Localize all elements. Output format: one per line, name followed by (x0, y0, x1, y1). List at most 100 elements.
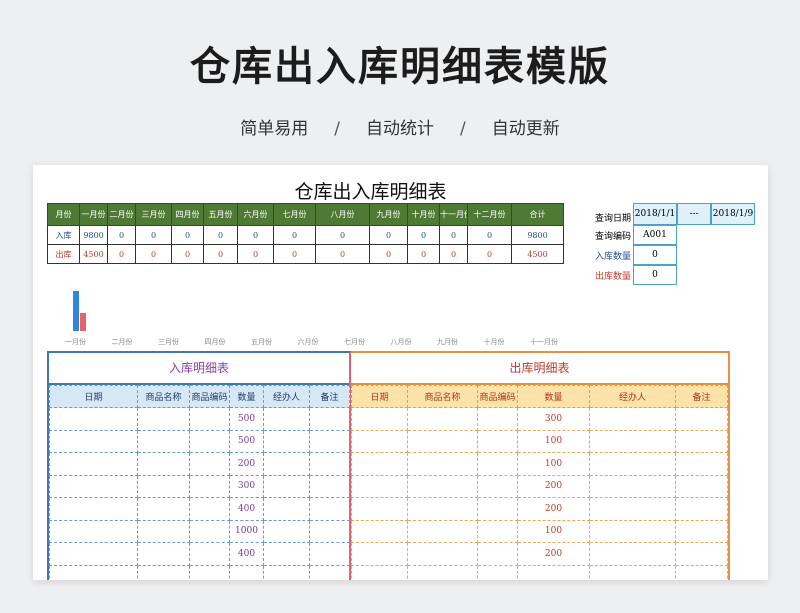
empty-cell[interactable] (589, 429, 676, 453)
empty-cell[interactable] (309, 497, 350, 521)
empty-cell[interactable] (477, 452, 518, 476)
empty-cell[interactable] (351, 429, 408, 453)
quantity-cell[interactable]: 100 (517, 519, 590, 543)
empty-cell[interactable] (309, 407, 350, 431)
empty-cell[interactable] (407, 564, 478, 580)
empty-cell[interactable] (49, 564, 138, 580)
empty-cell[interactable] (137, 407, 190, 431)
empty-cell[interactable] (675, 497, 728, 521)
empty-cell[interactable] (309, 564, 350, 580)
quantity-cell[interactable]: 500 (229, 407, 264, 431)
empty-cell[interactable] (263, 452, 310, 476)
empty-cell[interactable] (351, 452, 408, 476)
empty-cell[interactable] (309, 429, 350, 453)
empty-cell[interactable] (49, 452, 138, 476)
empty-cell[interactable] (263, 474, 310, 498)
empty-cell[interactable] (675, 564, 728, 580)
empty-cell[interactable] (407, 429, 478, 453)
empty-cell[interactable] (49, 474, 138, 498)
empty-cell[interactable] (309, 519, 350, 543)
empty-cell[interactable] (49, 542, 138, 566)
empty-cell[interactable] (675, 452, 728, 476)
quantity-cell[interactable]: 1000 (229, 519, 264, 543)
empty-cell[interactable] (229, 564, 264, 580)
empty-cell[interactable] (137, 542, 190, 566)
empty-cell[interactable] (351, 519, 408, 543)
empty-cell[interactable] (407, 519, 478, 543)
empty-cell[interactable] (477, 497, 518, 521)
empty-cell[interactable] (675, 542, 728, 566)
empty-cell[interactable] (137, 474, 190, 498)
quantity-cell[interactable]: 300 (517, 407, 590, 431)
empty-cell[interactable] (589, 407, 676, 431)
empty-cell[interactable] (189, 564, 230, 580)
empty-cell[interactable] (263, 407, 310, 431)
empty-cell[interactable] (49, 519, 138, 543)
empty-cell[interactable] (189, 497, 230, 521)
empty-cell[interactable] (263, 519, 310, 543)
empty-cell[interactable] (137, 497, 190, 521)
query-date-to[interactable]: 2018/1/9 (711, 203, 755, 225)
empty-cell[interactable] (407, 452, 478, 476)
empty-cell[interactable] (675, 407, 728, 431)
empty-cell[interactable] (351, 497, 408, 521)
empty-cell[interactable] (351, 407, 408, 431)
empty-cell[interactable] (263, 564, 310, 580)
empty-cell[interactable] (407, 497, 478, 521)
empty-cell[interactable] (477, 542, 518, 566)
quantity-cell[interactable]: 200 (517, 497, 590, 521)
empty-cell[interactable] (263, 542, 310, 566)
quantity-cell[interactable]: 400 (229, 542, 264, 566)
empty-cell[interactable] (49, 407, 138, 431)
empty-cell[interactable] (137, 452, 190, 476)
empty-cell[interactable] (351, 474, 408, 498)
empty-cell[interactable] (309, 452, 350, 476)
empty-cell[interactable] (477, 564, 518, 580)
empty-cell[interactable] (589, 542, 676, 566)
quantity-cell[interactable]: 100 (517, 429, 590, 453)
empty-cell[interactable] (137, 564, 190, 580)
quantity-cell[interactable]: 300 (229, 474, 264, 498)
empty-cell[interactable] (589, 564, 676, 580)
empty-cell[interactable] (189, 407, 230, 431)
quantity-cell[interactable]: 100 (517, 452, 590, 476)
empty-cell[interactable] (675, 519, 728, 543)
empty-cell[interactable] (477, 429, 518, 453)
empty-cell[interactable] (407, 542, 478, 566)
query-date-from[interactable]: 2018/1/1 (633, 203, 677, 225)
empty-cell[interactable] (189, 452, 230, 476)
empty-cell[interactable] (675, 429, 728, 453)
quantity-cell[interactable]: 500 (229, 429, 264, 453)
quantity-cell[interactable]: 200 (517, 542, 590, 566)
quantity-cell[interactable]: 200 (517, 474, 590, 498)
empty-cell[interactable] (189, 519, 230, 543)
empty-cell[interactable] (589, 474, 676, 498)
empty-cell[interactable] (137, 519, 190, 543)
empty-cell[interactable] (477, 474, 518, 498)
empty-cell[interactable] (263, 497, 310, 521)
empty-cell[interactable] (351, 542, 408, 566)
empty-cell[interactable] (407, 474, 478, 498)
quantity-cell[interactable]: 400 (229, 497, 264, 521)
empty-cell[interactable] (49, 429, 138, 453)
empty-cell[interactable] (49, 497, 138, 521)
empty-cell[interactable] (589, 497, 676, 521)
empty-cell[interactable] (589, 452, 676, 476)
empty-cell[interactable] (675, 474, 728, 498)
empty-cell[interactable] (189, 429, 230, 453)
query-code-input[interactable]: A001 (633, 225, 677, 245)
empty-cell[interactable] (407, 407, 478, 431)
quantity-cell[interactable]: 200 (229, 452, 264, 476)
chart-month-label: 十月份 (483, 338, 505, 346)
empty-cell[interactable] (477, 407, 518, 431)
empty-cell[interactable] (189, 542, 230, 566)
empty-cell[interactable] (137, 429, 190, 453)
empty-cell[interactable] (309, 474, 350, 498)
empty-cell[interactable] (517, 564, 590, 580)
empty-cell[interactable] (263, 429, 310, 453)
empty-cell[interactable] (477, 519, 518, 543)
empty-cell[interactable] (189, 474, 230, 498)
empty-cell[interactable] (309, 542, 350, 566)
empty-cell[interactable] (351, 564, 408, 580)
empty-cell[interactable] (589, 519, 676, 543)
